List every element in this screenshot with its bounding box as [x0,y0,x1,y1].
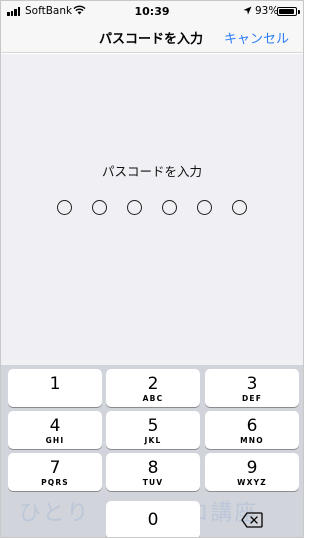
key-digit: 6 [246,416,258,436]
battery-cap [298,9,300,14]
key-digit: 2 [147,374,159,394]
phone-screen: SoftBank 10:39 93% パスコードを入力 キャンセル パスコードを… [0,0,304,538]
passcode-dot [197,200,212,215]
key-digit: 0 [147,510,159,530]
delete-button[interactable] [205,501,299,537]
key-0[interactable]: 0 [106,501,200,537]
cancel-button[interactable]: キャンセル [224,28,289,47]
delete-backspace-icon [241,512,263,528]
key-letters: TUV [142,478,164,487]
key-6[interactable]: 6 MNO [205,411,299,449]
passcode-area: パスコードを入力 [1,54,303,365]
key-5[interactable]: 5 JKL [106,411,200,449]
key-digit: 5 [147,416,159,436]
key-2[interactable]: 2 ABC [106,369,200,407]
key-3[interactable]: 3 DEF [205,369,299,407]
key-4[interactable]: 4 GHI [8,411,102,449]
key-letters: GHI [45,436,65,445]
key-1[interactable]: 1 [8,369,102,407]
battery-percent: 93% [255,5,279,17]
key-letters: ABC [142,394,164,403]
key-digit: 1 [49,374,61,394]
status-bar: SoftBank 10:39 93% [1,1,303,21]
key-digit: 8 [147,458,159,478]
passcode-dot [57,200,72,215]
key-digit: 9 [246,458,258,478]
nav-title: パスコードを入力 [98,32,203,47]
number-keypad: ひとり ロ講座 1 2 ABC 3 DEF 4 GHI 5 JKL 6 MNO 7 PQRS 8 TUV 9 W… [1,365,303,537]
key-digit: 7 [49,458,61,478]
key-digit: 4 [49,416,61,436]
key-digit: 3 [246,374,258,394]
battery-icon [277,7,297,16]
navigation-bar: パスコードを入力 キャンセル [1,21,303,53]
passcode-dot [127,200,142,215]
key-8[interactable]: 8 TUV [106,453,200,491]
key-letters: PQRS [41,478,69,487]
passcode-dot [232,200,247,215]
key-letters: MNO [240,436,264,445]
key-7[interactable]: 7 PQRS [8,453,102,491]
key-letters: DEF [241,394,263,403]
key-9[interactable]: 9 WXYZ [205,453,299,491]
location-arrow-icon [243,6,252,15]
passcode-dots [57,200,249,216]
key-letters: JKL [144,436,162,445]
passcode-dot [162,200,177,215]
passcode-dot [92,200,107,215]
key-letters: WXYZ [237,478,267,487]
battery-level-fill [279,9,294,14]
passcode-prompt: パスコードを入力 [101,164,202,179]
